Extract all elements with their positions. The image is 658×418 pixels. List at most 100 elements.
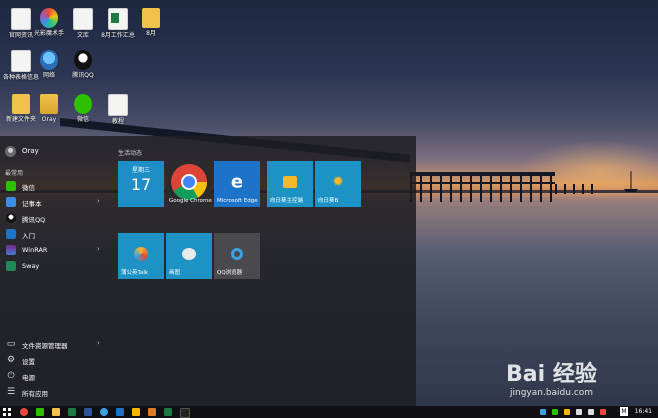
user-folder-icon bbox=[40, 94, 58, 114]
system-label: 设置 bbox=[22, 358, 35, 366]
pier-posts bbox=[410, 172, 555, 202]
windows-start-icon[interactable] bbox=[3, 408, 11, 416]
list-icon: ☰ bbox=[6, 387, 16, 397]
folder-icon[interactable] bbox=[52, 408, 60, 416]
qq-browser-icon bbox=[231, 247, 243, 260]
tile-qq-browser[interactable]: QQ浏览器 bbox=[214, 233, 260, 279]
app-label: WinRAR bbox=[22, 246, 48, 254]
app-wechat[interactable]: 微信 bbox=[0, 178, 108, 194]
sunflower-remote-icon bbox=[283, 175, 297, 188]
app-label: 腾讯QQ bbox=[22, 216, 46, 224]
settings-item[interactable]: ⚙ 设置 bbox=[0, 352, 108, 368]
qq-browser-icon[interactable] bbox=[100, 408, 108, 416]
tile-edge[interactable]: e Microsoft Edge bbox=[214, 161, 260, 207]
file-explorer-item[interactable]: ▭ 文件资源管理器 › bbox=[0, 336, 108, 352]
network-icon bbox=[40, 50, 58, 70]
desktop-icon[interactable]: 腾讯QQ bbox=[62, 50, 104, 79]
app-label: Sway bbox=[22, 262, 40, 270]
sunflower-icon: ✹ bbox=[332, 173, 344, 190]
tile-dandelion-talk[interactable]: 蒲公英Talk bbox=[118, 233, 164, 279]
system-label: 所有应用 bbox=[22, 390, 48, 398]
desktop-icon-label: 教程 bbox=[111, 118, 124, 125]
tile-sunflower[interactable]: ✹ 向日葵B bbox=[315, 161, 361, 207]
wechat-icon[interactable] bbox=[36, 408, 44, 416]
document-icon bbox=[108, 94, 128, 116]
tray-volume-icon[interactable] bbox=[588, 409, 594, 415]
excel-icon[interactable] bbox=[164, 408, 172, 416]
desktop-icon[interactable]: 教程 bbox=[97, 94, 139, 125]
gear-icon: ⚙ bbox=[6, 355, 16, 365]
tile-label: Google Chrome bbox=[169, 198, 212, 204]
tray-wechat-icon[interactable] bbox=[552, 409, 558, 415]
aperture-icon bbox=[40, 8, 58, 28]
qq-icon bbox=[74, 50, 92, 70]
lightbulb-icon bbox=[6, 229, 16, 239]
app-label: 入门 bbox=[22, 232, 35, 240]
tile-paint[interactable]: 画图 bbox=[166, 233, 212, 279]
tray-cloud-icon[interactable] bbox=[540, 409, 546, 415]
tile-label: 向日葵主控端 bbox=[270, 198, 304, 204]
excel-icon[interactable] bbox=[68, 408, 76, 416]
start-menu: Oray 最常用 微信 记事本 › 腾讯QQ 入门 WinRAR › Sway … bbox=[0, 136, 416, 406]
most-used-header: 最常用 bbox=[5, 170, 24, 177]
qq-icon[interactable] bbox=[180, 408, 190, 418]
chevron-right-icon[interactable]: › bbox=[97, 197, 100, 205]
baidu-watermark: Bai 经验 jingyan.baidu.com bbox=[506, 352, 654, 402]
chrome-icon bbox=[171, 163, 207, 200]
document-icon bbox=[73, 8, 93, 30]
app-label: 记事本 bbox=[22, 200, 42, 208]
app-label: 微信 bbox=[22, 184, 35, 192]
edge-icon[interactable] bbox=[116, 408, 124, 416]
wechat-icon bbox=[74, 94, 92, 114]
desktop-icon-label: 腾讯QQ bbox=[72, 72, 94, 79]
tile-label: Microsoft Edge bbox=[217, 198, 258, 204]
notepad-icon bbox=[6, 197, 16, 207]
taskbar: M 16:41 bbox=[0, 406, 658, 418]
desktop-icon[interactable]: 8月 bbox=[130, 8, 172, 37]
tile-label: 向日葵B bbox=[318, 198, 339, 204]
chevron-right-icon[interactable]: › bbox=[97, 245, 100, 253]
excel-icon bbox=[108, 8, 128, 30]
star-icon[interactable] bbox=[132, 408, 140, 416]
app-qq[interactable]: 腾讯QQ bbox=[0, 210, 108, 226]
watermark-url: jingyan.baidu.com bbox=[510, 388, 594, 398]
winrar-icon bbox=[6, 245, 16, 255]
app-sway[interactable]: Sway bbox=[0, 258, 108, 274]
app-winrar[interactable]: WinRAR › bbox=[0, 242, 108, 258]
all-apps-item[interactable]: ☰ 所有应用 bbox=[0, 384, 108, 400]
tray-sunflower-icon[interactable] bbox=[564, 409, 570, 415]
system-label: 电源 bbox=[22, 374, 35, 382]
power-icon: ⏻ bbox=[7, 371, 15, 381]
tile-calendar[interactable]: 星期三 17 bbox=[118, 161, 164, 207]
edge-icon: e bbox=[230, 171, 244, 193]
calendar-weekday: 星期三 bbox=[131, 167, 150, 174]
avatar bbox=[5, 146, 16, 157]
tile-label: 画图 bbox=[169, 270, 181, 276]
desktop-icon-label: 8月 bbox=[146, 30, 156, 37]
clock[interactable]: 16:41 bbox=[635, 408, 652, 415]
tiles-group-header: 生活动态 bbox=[118, 150, 143, 157]
calendar-date: 17 bbox=[130, 175, 152, 194]
paint-icon[interactable] bbox=[148, 408, 156, 416]
dandelion-talk-icon bbox=[134, 246, 148, 261]
user-account[interactable]: Oray bbox=[0, 144, 110, 160]
input-method-indicator[interactable]: M bbox=[620, 407, 628, 416]
app-getstarted[interactable]: 入门 bbox=[0, 226, 108, 242]
tile-sunflower-remote[interactable]: 向日葵主控端 bbox=[267, 161, 313, 207]
chevron-right-icon[interactable]: › bbox=[97, 339, 100, 347]
tray-network-icon[interactable] bbox=[576, 409, 582, 415]
tray-app-icon[interactable] bbox=[600, 409, 606, 415]
power-item[interactable]: ⏻ 电源 bbox=[0, 368, 108, 384]
sway-icon bbox=[6, 261, 16, 271]
qq-icon bbox=[6, 213, 16, 223]
pier-end-posts bbox=[555, 184, 595, 194]
app-notepad[interactable]: 记事本 › bbox=[0, 194, 108, 210]
folder-icon: ▭ bbox=[6, 339, 16, 349]
watermark-logo-text: Bai 经验 bbox=[506, 362, 597, 387]
word-icon[interactable] bbox=[84, 408, 92, 416]
chrome-icon[interactable] bbox=[20, 408, 28, 416]
folder-icon bbox=[142, 8, 160, 28]
paint-icon bbox=[182, 247, 196, 260]
tile-chrome[interactable]: Google Chrome bbox=[166, 161, 212, 207]
tile-label: QQ浏览器 bbox=[217, 270, 243, 276]
